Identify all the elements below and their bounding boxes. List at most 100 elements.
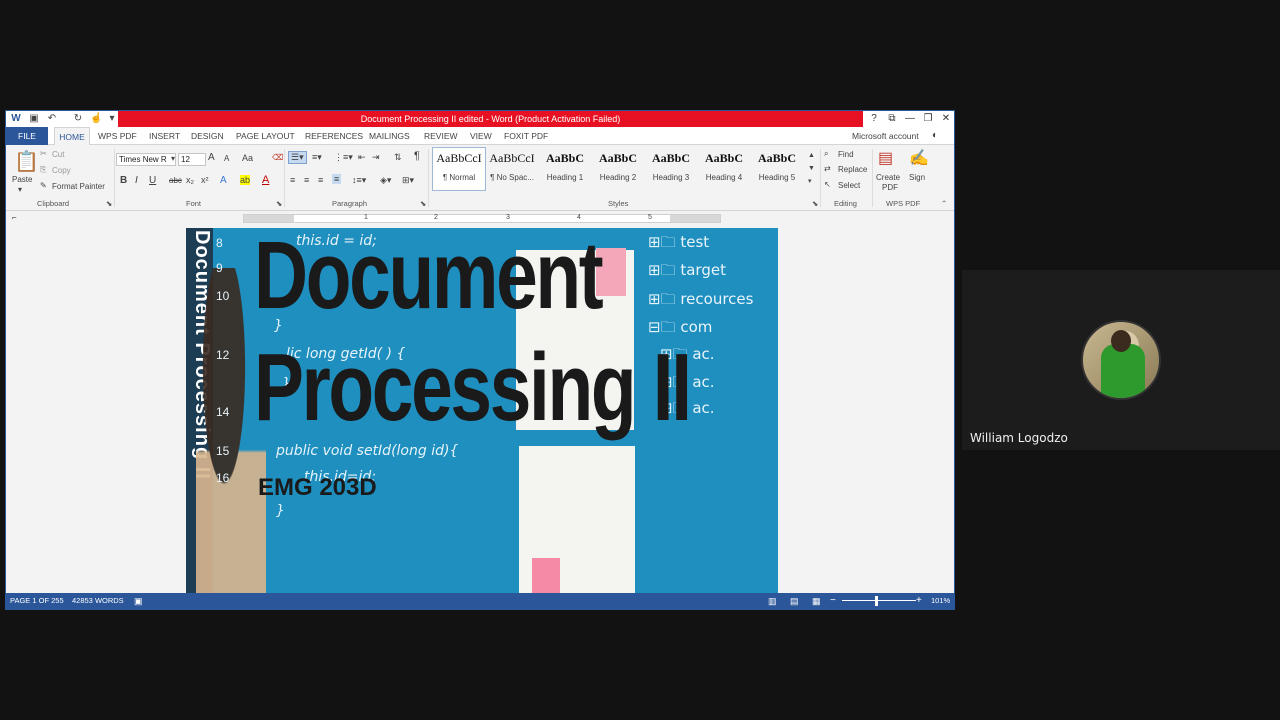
redo-icon[interactable]: ↻	[72, 113, 84, 125]
tab-wps-pdf[interactable]: WPS PDF	[96, 127, 139, 145]
decrease-indent-icon[interactable]: ⇤	[358, 152, 366, 163]
horizontal-ruler[interactable]: 1 2 3 4 5	[243, 214, 721, 223]
find-button[interactable]: Find	[838, 150, 854, 159]
cut-button[interactable]: Cut	[52, 150, 64, 159]
copy-button[interactable]: Copy	[52, 166, 71, 175]
help-button[interactable]: ?	[866, 112, 882, 126]
style-heading3[interactable]: Heading 3	[645, 173, 697, 182]
print-layout-icon[interactable]: ▤	[790, 593, 799, 609]
increase-indent-icon[interactable]: ⇥	[372, 152, 380, 163]
save-icon[interactable]: ▣	[28, 113, 40, 125]
font-size-input[interactable]: 12	[178, 153, 206, 166]
sort-icon[interactable]: ⇅	[394, 152, 402, 163]
line-spacing-icon[interactable]: ↕≡▾	[352, 175, 366, 186]
binoculars-icon[interactable]: ⌕	[824, 149, 828, 159]
grow-font-button[interactable]: A	[208, 152, 215, 163]
highlight-icon[interactable]: ab	[240, 175, 251, 185]
font-launcher-icon[interactable]: ⬊	[276, 199, 282, 208]
page-count[interactable]: PAGE 1 OF 255	[10, 593, 64, 609]
underline-button[interactable]: U	[149, 175, 156, 186]
justify-icon[interactable]: ≡	[332, 174, 342, 184]
cut-icon[interactable]: ✂	[40, 149, 47, 158]
style-heading4[interactable]: Heading 4	[698, 173, 750, 182]
word-count[interactable]: 42853 WORDS	[72, 593, 124, 609]
paste-button[interactable]: Paste	[12, 175, 32, 184]
restore-icon[interactable]: ❐	[920, 112, 936, 126]
web-layout-icon[interactable]: ▦	[812, 593, 821, 609]
style-heading2[interactable]: Heading 2	[592, 173, 644, 182]
bullets-icon[interactable]: ☰▾	[288, 151, 307, 164]
tab-insert[interactable]: INSERT	[147, 127, 182, 145]
clear-formatting-icon[interactable]: ⌫	[272, 153, 283, 162]
paragraph-launcher-icon[interactable]: ⬊	[420, 199, 426, 208]
undo-icon[interactable]: ↶	[46, 113, 58, 125]
format-painter-icon[interactable]: ✎	[40, 181, 47, 190]
font-name-dropdown-icon[interactable]: ▾	[171, 154, 175, 163]
cover-page[interactable]: Document Processing II 8 9 10 12 14 15 1…	[186, 228, 778, 594]
tab-file[interactable]: FILE	[6, 127, 48, 145]
tab-review[interactable]: REVIEW	[422, 127, 460, 145]
multilevel-list-icon[interactable]: ⋮≡▾	[334, 152, 353, 163]
borders-icon[interactable]: ⊞▾	[402, 175, 414, 186]
tab-home[interactable]: HOME	[54, 127, 90, 145]
document-area[interactable]: Document Processing II 8 9 10 12 14 15 1…	[6, 225, 954, 594]
zoom-in-icon[interactable]: +	[916, 593, 922, 609]
minimize-icon[interactable]: —	[902, 112, 918, 126]
replace-button[interactable]: Replace	[838, 165, 867, 174]
copy-icon[interactable]: ⎘	[40, 165, 46, 175]
zoom-out-icon[interactable]: −	[830, 593, 836, 609]
tab-page-layout[interactable]: PAGE LAYOUT	[234, 127, 297, 145]
user-avatar-icon[interactable]: ◐	[930, 127, 940, 145]
clipboard-launcher-icon[interactable]: ⬊	[106, 199, 112, 208]
sign-icon[interactable]: ✍	[909, 148, 929, 168]
customize-qat-icon[interactable]: ▾	[106, 113, 118, 125]
italic-button[interactable]: I	[135, 175, 138, 186]
sign-button[interactable]: Sign	[909, 173, 925, 182]
create-pdf-icon[interactable]: ▤	[878, 148, 893, 168]
touch-mode-icon[interactable]: ☝	[90, 113, 102, 125]
select-button[interactable]: Select	[838, 181, 860, 190]
collapse-ribbon-icon[interactable]: ⌃	[941, 199, 947, 208]
proofing-icon[interactable]: ▣	[134, 593, 143, 609]
tab-selector-icon[interactable]: ⌐	[12, 213, 17, 222]
shading-icon[interactable]: ◈▾	[380, 175, 391, 186]
tab-foxit-pdf[interactable]: FOXIT PDF	[502, 127, 550, 145]
create-pdf-button[interactable]: Create	[876, 173, 900, 182]
shrink-font-button[interactable]: A	[224, 154, 229, 163]
paste-dropdown-icon[interactable]: ▾	[18, 185, 22, 194]
participant-video-tile[interactable]: William Logodzo	[962, 270, 1280, 450]
close-icon[interactable]: ✕	[938, 112, 954, 126]
superscript-button[interactable]: x²	[201, 175, 209, 185]
ribbon-display-icon[interactable]: ⧉	[884, 112, 900, 126]
paste-icon[interactable]: 📋	[14, 149, 39, 174]
numbering-icon[interactable]: ≡▾	[312, 152, 322, 163]
font-color-icon[interactable]: A	[262, 174, 269, 186]
style-no-spacing[interactable]: ¶ No Spac...	[486, 173, 538, 182]
read-mode-icon[interactable]: ▥	[768, 593, 777, 609]
replace-icon[interactable]: ⇄	[824, 164, 831, 173]
align-right-icon[interactable]: ≡	[318, 175, 323, 185]
format-painter-button[interactable]: Format Painter	[52, 182, 105, 191]
font-name-input[interactable]: Times New R	[116, 153, 176, 166]
bold-button[interactable]: B	[120, 175, 127, 186]
zoom-slider-track[interactable]	[842, 600, 916, 601]
tab-design[interactable]: DESIGN	[189, 127, 226, 145]
align-center-icon[interactable]: ≡	[304, 175, 309, 185]
align-left-icon[interactable]: ≡	[290, 175, 295, 185]
tab-references[interactable]: REFERENCES	[303, 127, 365, 145]
tab-view[interactable]: VIEW	[468, 127, 494, 145]
style-heading1[interactable]: Heading 1	[539, 173, 591, 182]
select-icon[interactable]: ↖	[824, 180, 831, 189]
zoom-level[interactable]: 101%	[931, 593, 950, 609]
styles-launcher-icon[interactable]: ⬊	[812, 199, 818, 208]
strikethrough-button[interactable]: abc	[169, 176, 182, 185]
show-hide-button[interactable]: ¶	[414, 150, 420, 162]
style-heading5[interactable]: Heading 5	[751, 173, 803, 182]
styles-scroll-icon[interactable]: ▲ ▼ ▾	[808, 149, 815, 188]
subscript-button[interactable]: x₂	[186, 175, 194, 185]
zoom-slider-thumb[interactable]	[875, 596, 878, 606]
style-normal[interactable]: ¶ Normal	[433, 173, 485, 182]
change-case-button[interactable]: Aa	[242, 153, 253, 163]
tab-mailings[interactable]: MAILINGS	[367, 127, 412, 145]
text-effects-icon[interactable]: A	[220, 175, 227, 186]
